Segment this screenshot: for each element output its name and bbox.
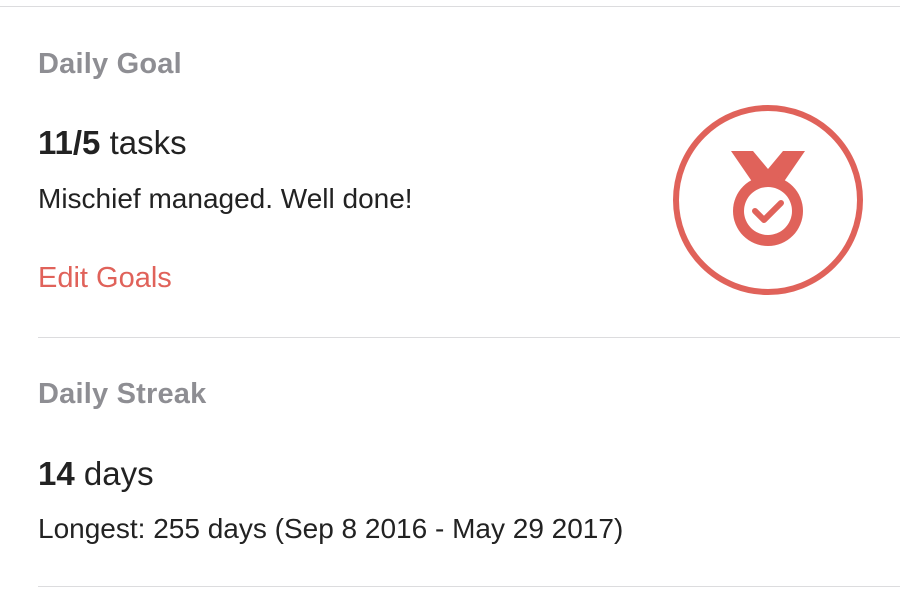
streak-progress: 14 days <box>38 455 154 493</box>
longest-streak: Longest: 255 days (Sep 8 2016 - May 29 2… <box>38 513 624 544</box>
streak-count: 14 <box>38 455 75 492</box>
top-divider <box>0 6 900 7</box>
streak-unit: days <box>83 455 154 492</box>
daily-goal-label: Daily Goal <box>38 48 182 80</box>
medal-check-icon <box>673 105 863 295</box>
goal-unit: tasks <box>109 124 187 161</box>
stats-panel: Daily Goal 11/5 tasks Mischief managed. … <box>0 0 900 600</box>
bottom-divider <box>38 586 900 587</box>
section-divider <box>38 337 900 338</box>
goal-progress: 11/5 tasks <box>38 124 187 162</box>
edit-goals-link[interactable]: Edit Goals <box>38 262 172 295</box>
goal-message: Mischief managed. Well done! <box>38 183 413 214</box>
daily-streak-label: Daily Streak <box>38 378 207 410</box>
goal-count: 11/5 <box>38 124 101 161</box>
